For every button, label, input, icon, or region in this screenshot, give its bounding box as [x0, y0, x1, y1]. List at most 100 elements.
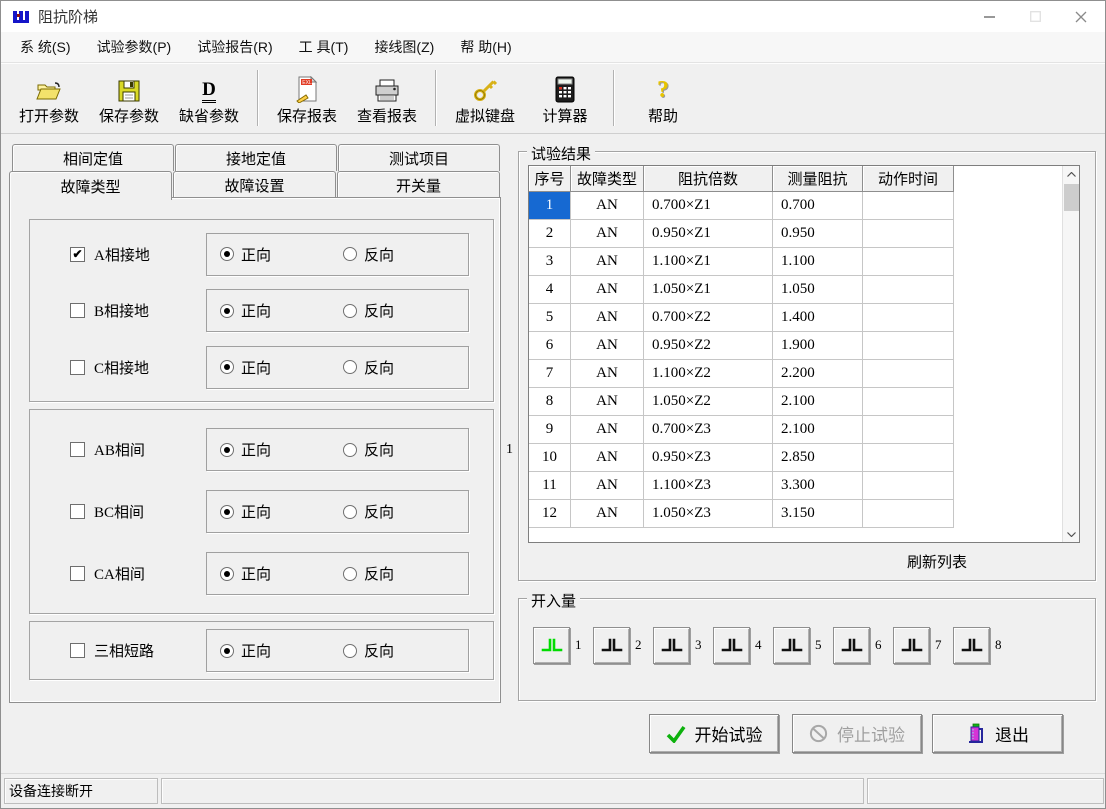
toolbar: 打开参数 保存参数 D 缺省参数 [1, 63, 1105, 134]
table-row[interactable]: 5 AN 0.700×Z2 1.400 [529, 304, 1062, 332]
fault-checkbox[interactable] [70, 303, 85, 318]
contact-switch-button[interactable] [653, 627, 690, 664]
virtual-keyboard-button[interactable]: 虚拟键盘 [445, 66, 525, 130]
tab[interactable]: 开关量 [337, 171, 500, 198]
cell-action-time [863, 276, 954, 304]
tab[interactable]: 测试项目 [338, 144, 500, 171]
column-header[interactable]: 动作时间 [863, 166, 954, 192]
table-row[interactable]: 9 AN 0.700×Z3 2.100 [529, 416, 1062, 444]
help-button[interactable]: ? 帮助 [623, 66, 703, 130]
fault-checkbox[interactable] [70, 442, 85, 457]
column-header[interactable]: 测量阻抗 [773, 166, 863, 192]
calculator-button[interactable]: 计算器 [525, 66, 605, 130]
column-header[interactable]: 序号 [529, 166, 571, 192]
column-header[interactable]: 故障类型 [571, 166, 644, 192]
table-row[interactable]: 1 AN 0.700×Z1 0.700 [529, 192, 1062, 220]
cell-impedance-multiple: 0.950×Z2 [644, 332, 773, 360]
fault-checkbox[interactable] [70, 504, 85, 519]
radio-forward[interactable] [220, 247, 234, 261]
cell-impedance-multiple: 0.950×Z3 [644, 444, 773, 472]
fault-checkbox[interactable] [70, 360, 85, 375]
cell-action-time [863, 472, 954, 500]
fault-checkbox[interactable]: ✔ [70, 247, 85, 262]
channel-number: 6 [875, 637, 885, 653]
contact-switch-button[interactable] [893, 627, 930, 664]
save-report-button[interactable]: EXL 保存报表 [267, 66, 347, 130]
radio-reverse[interactable] [343, 567, 357, 581]
maximize-button[interactable] [1012, 1, 1058, 32]
direction-radio-group: 正向 反向 [206, 346, 469, 389]
channel-number: 7 [935, 637, 945, 653]
fault-label: BC相间 [94, 501, 206, 522]
save-report-icon: EXL [295, 73, 319, 103]
table-row[interactable]: 8 AN 1.050×Z2 2.100 [529, 388, 1062, 416]
cell-seq: 8 [529, 388, 571, 416]
radio-forward[interactable] [220, 443, 234, 457]
tab[interactable]: 故障类型 [9, 171, 172, 200]
scrollbar-thumb[interactable] [1064, 184, 1079, 211]
table-row[interactable]: 7 AN 1.100×Z2 2.200 [529, 360, 1062, 388]
exit-button[interactable]: 退出 [932, 714, 1063, 753]
start-test-button[interactable]: 开始试验 [649, 714, 779, 753]
tab[interactable]: 接地定值 [175, 144, 337, 171]
menu-item[interactable]: 试验参数(P) [84, 32, 185, 62]
contact-switch-button[interactable] [533, 627, 570, 664]
contact-switch-button[interactable] [773, 627, 810, 664]
view-report-button[interactable]: 查看报表 [347, 66, 427, 130]
tab[interactable]: 故障设置 [173, 171, 336, 198]
scroll-down-button[interactable] [1063, 526, 1079, 542]
radio-reverse[interactable] [343, 360, 357, 374]
fault-checkbox[interactable] [70, 643, 85, 658]
contact-switch-button[interactable] [593, 627, 630, 664]
default-params-button[interactable]: D 缺省参数 [169, 66, 249, 130]
cell-seq: 11 [529, 472, 571, 500]
table-row[interactable]: 10 AN 0.950×Z3 2.850 [529, 444, 1062, 472]
contact-switch-button[interactable] [953, 627, 990, 664]
stop-test-button[interactable]: 停止试验 [792, 714, 922, 753]
radio-reverse[interactable] [343, 304, 357, 318]
radio-forward-label: 正向 [241, 357, 271, 378]
open-params-button[interactable]: 打开参数 [9, 66, 89, 130]
cell-seq: 2 [529, 220, 571, 248]
menu-item[interactable]: 帮 助(H) [447, 32, 524, 62]
refresh-list-label[interactable]: 刷新列表 [907, 551, 967, 572]
menu-item[interactable]: 试验报告(R) [184, 32, 285, 62]
cell-action-time [863, 220, 954, 248]
table-row[interactable]: 6 AN 0.950×Z2 1.900 [529, 332, 1062, 360]
cell-measured-impedance: 1.050 [773, 276, 863, 304]
table-row[interactable]: 3 AN 1.100×Z1 1.100 [529, 248, 1062, 276]
contact-switch-button[interactable] [833, 627, 870, 664]
radio-reverse[interactable] [343, 505, 357, 519]
direction-radio-group: 正向 反向 [206, 289, 469, 332]
table-row[interactable]: 12 AN 1.050×Z3 3.150 [529, 500, 1062, 528]
table-row[interactable]: 11 AN 1.100×Z3 3.300 [529, 472, 1062, 500]
channel-number: 5 [815, 637, 825, 653]
contact-switch-button[interactable] [713, 627, 750, 664]
table-row[interactable]: 4 AN 1.050×Z1 1.050 [529, 276, 1062, 304]
table-row[interactable]: 2 AN 0.950×Z1 0.950 [529, 220, 1062, 248]
menu-item[interactable]: 接线图(Z) [361, 32, 447, 62]
menu-item[interactable]: 工 具(T) [286, 32, 362, 62]
toolbar-separator [435, 70, 437, 126]
radio-reverse[interactable] [343, 443, 357, 457]
column-header[interactable]: 阻抗倍数 [644, 166, 773, 192]
radio-reverse[interactable] [343, 247, 357, 261]
radio-forward[interactable] [220, 567, 234, 581]
radio-reverse-label: 反向 [364, 300, 394, 321]
menu-item[interactable]: 系 统(S) [7, 32, 84, 62]
radio-forward[interactable] [220, 360, 234, 374]
cell-action-time [863, 416, 954, 444]
radio-forward[interactable] [220, 505, 234, 519]
close-button[interactable] [1058, 1, 1104, 32]
radio-forward[interactable] [220, 304, 234, 318]
radio-forward[interactable] [220, 644, 234, 658]
minimize-button[interactable] [966, 1, 1012, 32]
fault-checkbox[interactable] [70, 566, 85, 581]
radio-reverse[interactable] [343, 644, 357, 658]
tab[interactable]: 相间定值 [12, 144, 174, 171]
save-params-button[interactable]: 保存参数 [89, 66, 169, 130]
vertical-scrollbar[interactable] [1062, 166, 1079, 542]
scroll-up-button[interactable] [1063, 166, 1079, 182]
cell-impedance-multiple: 1.100×Z3 [644, 472, 773, 500]
fault-label: A相接地 [94, 244, 206, 265]
